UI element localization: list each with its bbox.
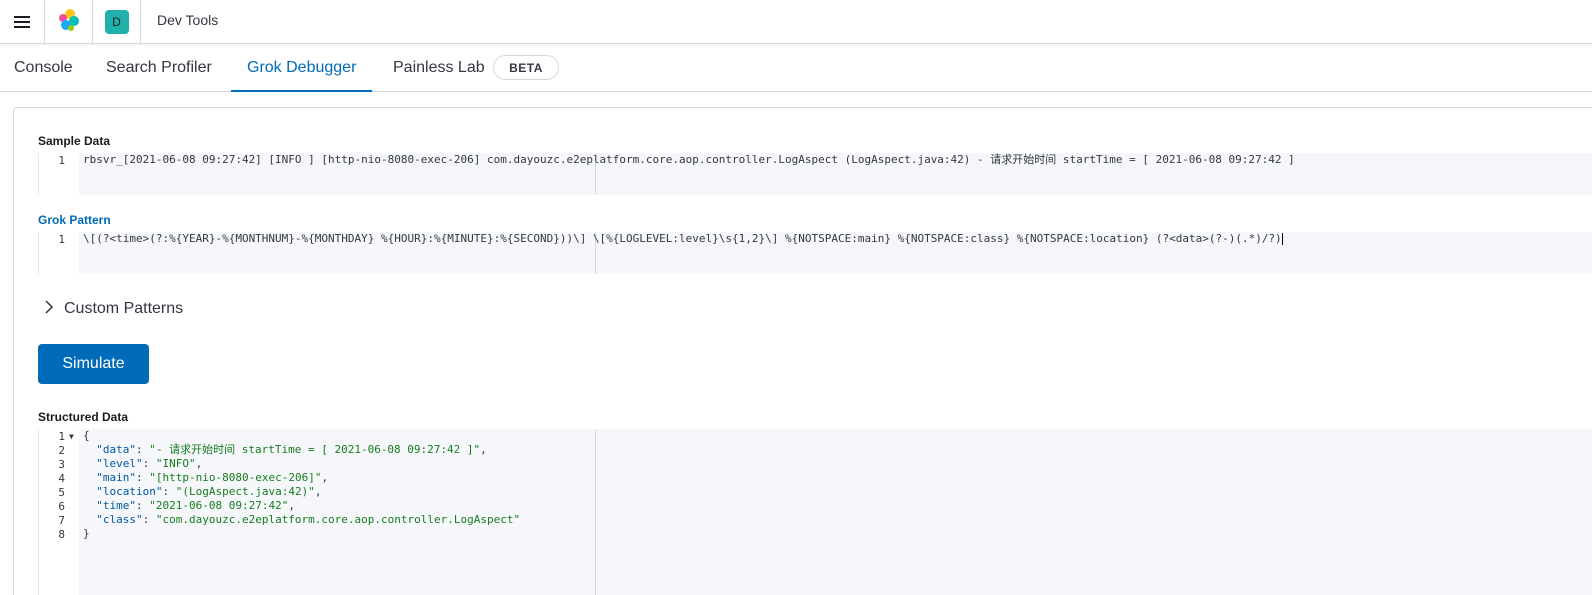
line-number: 1 <box>58 430 65 443</box>
structured-data-editor[interactable]: 1 2 3 4 5 6 7 8 ▼ { "data": "- 请求开始时间 st… <box>38 429 1592 595</box>
json-value: "INFO" <box>155 457 196 470</box>
editor-gutter: 1 2 3 4 5 6 7 8 ▼ <box>38 429 79 595</box>
line-number: 8 <box>58 528 65 541</box>
json-line: "class": "com.dayouzc.e2eplatform.core.a… <box>96 513 521 526</box>
grok-pattern-line: \[(?<time>(?:%{YEAR}-%{MONTHNUM}-%{MONTH… <box>83 232 1283 246</box>
fold-arrow-icon[interactable]: ▼ <box>69 432 74 441</box>
line-number: 7 <box>58 514 65 527</box>
menu-button[interactable] <box>0 0 45 44</box>
sample-data-label: Sample Data <box>38 134 111 148</box>
editor-gutter: 1 <box>38 232 79 274</box>
json-line: { <box>83 429 90 443</box>
custom-patterns-label: Custom Patterns <box>64 300 184 317</box>
line-number: 2 <box>58 444 65 457</box>
line-number: 5 <box>58 486 65 499</box>
sample-data-text: rbsvr_[2021-06-08 09:27:42] [INFO ] [htt… <box>83 153 1295 166</box>
tab-painless-lab[interactable]: Painless Lab <box>393 45 485 92</box>
editor-gutter: 1 <box>38 153 79 195</box>
tab-grok-debugger[interactable]: Grok Debugger <box>231 45 373 92</box>
custom-patterns-toggle[interactable]: Custom Patterns <box>44 299 183 319</box>
json-value: "(LogAspect.java:42)" <box>175 485 315 498</box>
json-key: "level" <box>96 457 143 470</box>
json-line: } <box>83 527 90 541</box>
dev-tools-tabs: Console Search Profiler Grok Debugger Pa… <box>0 45 1592 92</box>
print-margin <box>595 429 596 595</box>
structured-data-label: Structured Data <box>38 410 129 424</box>
json-value: "- 请求开始时间 startTime = [ 2021-06-08 09:27… <box>149 443 481 456</box>
space-selector[interactable]: D <box>93 0 141 44</box>
json-key: "class" <box>96 513 143 526</box>
line-number: 6 <box>58 500 65 513</box>
space-avatar: D <box>104 10 129 34</box>
grok-pattern-label: Grok Pattern <box>38 213 111 227</box>
beta-badge: BETA <box>493 55 559 80</box>
line-number: 4 <box>58 472 65 485</box>
text-cursor <box>1281 233 1283 245</box>
json-key: "main" <box>96 471 136 484</box>
menu-icon <box>14 15 30 29</box>
json-open-brace: { <box>83 429 90 442</box>
grok-pattern-text: \[(?<time>(?:%{YEAR}-%{MONTHNUM}-%{MONTH… <box>83 232 1282 245</box>
elastic-logo-icon <box>57 8 81 37</box>
json-key: "data" <box>96 443 136 456</box>
json-value: "2021-06-08 09:27:42" <box>149 499 289 512</box>
json-line: "location": "(LogAspect.java:42)", <box>96 485 322 498</box>
json-line: "main": "[http-nio-8080-exec-206]", <box>96 471 329 484</box>
json-value: "[http-nio-8080-exec-206]" <box>149 471 322 484</box>
json-close-brace: } <box>83 527 90 540</box>
json-line: "level": "INFO", <box>96 457 203 470</box>
chevron-right-icon <box>44 299 54 319</box>
grok-pattern-editor[interactable]: 1 \[(?<time>(?:%{YEAR}-%{MONTHNUM}-%{MON… <box>38 232 1592 274</box>
json-line: "data": "- 请求开始时间 startTime = [ 2021-06-… <box>96 443 487 456</box>
page-title: Dev Tools <box>157 12 219 28</box>
tab-console[interactable]: Console <box>14 45 73 92</box>
sample-data-editor[interactable]: 1 rbsvr_[2021-06-08 09:27:42] [INFO ] [h… <box>38 153 1592 195</box>
simulate-button[interactable]: Simulate <box>38 344 149 384</box>
json-value: "com.dayouzc.e2eplatform.core.aop.contro… <box>155 513 521 526</box>
json-key: "time" <box>96 499 136 512</box>
home-logo-link[interactable] <box>45 0 93 44</box>
json-key: "location" <box>96 485 163 498</box>
line-number: 1 <box>58 233 65 246</box>
json-line: "time": "2021-06-08 09:27:42", <box>96 499 295 512</box>
line-number: 1 <box>58 154 65 167</box>
line-number: 3 <box>58 458 65 471</box>
tab-search-profiler[interactable]: Search Profiler <box>106 45 212 92</box>
top-header: D Dev Tools <box>0 0 1592 44</box>
